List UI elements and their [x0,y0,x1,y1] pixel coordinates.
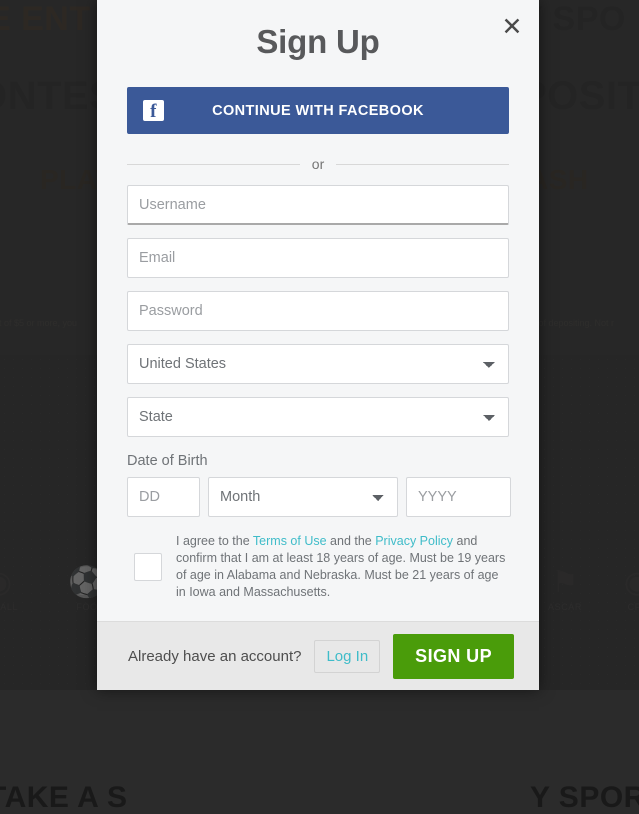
terms-checkbox[interactable] [134,553,162,581]
terms-of-use-link[interactable]: Terms of Use [253,534,327,548]
background-headline-left-4: TAKE A S [0,781,128,814]
divider-rule-right [336,163,510,165]
password-field[interactable] [127,291,509,331]
terms-text-part2: and the [326,534,376,548]
dob-day-input[interactable] [127,477,200,517]
signup-modal: ✕ Sign Up f CONTINUE WITH FACEBOOK or Un… [97,0,539,690]
country-select[interactable]: United States [127,344,509,384]
or-divider: or [127,156,510,172]
date-of-birth-row: Month [127,469,511,517]
dob-year-input[interactable] [406,477,511,517]
background-headline-right-4: Y SPORTS [530,781,639,814]
terms-agreement-row: I agree to the Terms of Use and the Priv… [127,533,509,601]
facebook-icon: f [143,100,164,121]
divider-rule-left [127,163,300,165]
existing-account-prompt: Already have an account? [128,647,302,665]
log-in-button[interactable]: Log In [314,639,381,673]
email-field[interactable] [127,238,509,278]
dob-month-select[interactable]: Month [208,477,398,517]
close-icon[interactable]: ✕ [497,12,527,42]
modal-footer: Already have an account? Log In SIGN UP [97,621,539,690]
terms-text-part1: I agree to the [176,534,253,548]
terms-text: I agree to the Terms of Use and the Priv… [176,533,509,601]
sign-up-button[interactable]: SIGN UP [393,633,514,679]
modal-body: ✕ Sign Up f CONTINUE WITH FACEBOOK or Un… [97,0,539,621]
facebook-icon-letter: f [150,101,157,122]
continue-with-facebook-button[interactable]: f CONTINUE WITH FACEBOOK [127,87,509,134]
state-select[interactable]: State [127,397,509,437]
continue-with-facebook-label: CONTINUE WITH FACEBOOK [212,102,424,119]
page-title: Sign Up [256,23,380,60]
username-input[interactable] [127,185,509,225]
date-of-birth-label: Date of Birth [127,453,208,469]
or-label: or [311,156,325,172]
privacy-policy-link[interactable]: Privacy Policy [375,534,453,548]
